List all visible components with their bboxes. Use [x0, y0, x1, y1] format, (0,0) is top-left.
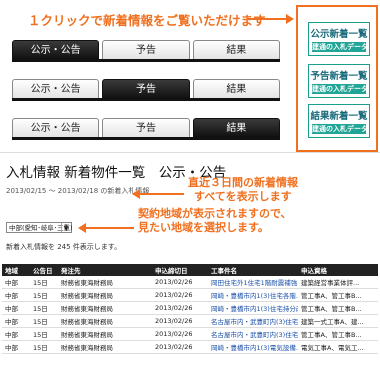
header-orderer: 発注先 [58, 264, 152, 276]
cell-date: 15日 [30, 276, 58, 289]
badge-subtitle: 建通の入札データ [312, 42, 368, 52]
tab-preview[interactable]: 予告 [102, 79, 190, 98]
annotation-line: 契約地域が表示されますので、 [138, 207, 292, 220]
tabbar-2: 公示・公告 予告 結果 [12, 79, 280, 98]
table-row: 中部 15日 財務省東海財務局 2013/02/26 名古屋市内・武豊町内(3)… [2, 327, 378, 341]
table-row: 中部 15日 財務省東海財務局 2013/02/26 名古屋市内・武豊町内(3)… [2, 314, 378, 328]
tab-underline [12, 137, 280, 140]
divider [0, 152, 380, 153]
tab-public-notice[interactable]: 公示・公告 [12, 79, 100, 98]
annotation-middle: 直近３日間の新着情報 すべてを表示します [188, 176, 298, 204]
table-header-row: 地域 公告日 発注先 申込締切日 工事件名 申込資格 [2, 264, 378, 276]
cell-region: 中部 [2, 327, 30, 341]
badge-title: 予告新着一覧 [310, 71, 368, 82]
date-range: 2013/02/15 ～ 2013/02/18 の新着入札情報 [6, 187, 150, 195]
tab-underline [12, 59, 280, 62]
cell-region: 中部 [2, 276, 30, 289]
cell-orderer: 財務省東海財務局 [58, 314, 152, 328]
cell-deadline: 2013/02/26 [152, 301, 208, 315]
arrow-right-icon [248, 18, 288, 20]
badge-result-new[interactable]: 結果新着一覧 建通の入札データ [308, 104, 370, 138]
header-deadline: 申込締切日 [152, 264, 208, 276]
tabbar-3: 公示・公告 予告 結果 [12, 118, 280, 137]
header-region: 地域 [2, 264, 30, 276]
cell-region: 中部 [2, 314, 30, 328]
annotation-line: すべてを表示します [194, 190, 292, 203]
table-row: 中部 15日 財務省東海財務局 2013/02/26 岡崎・豊橋市内1(3)住宅… [2, 301, 378, 315]
tab-result[interactable]: 結果 [192, 79, 280, 98]
cell-date: 15日 [30, 314, 58, 328]
tab-public-notice[interactable]: 公示・公告 [12, 40, 100, 59]
results-table: 地域 公告日 発注先 申込締切日 工事件名 申込資格 中部 15日 財務省東海財… [2, 264, 378, 354]
cell-project-link[interactable]: 岡崎・豊橋市内1(3)住宅各階... [208, 288, 298, 302]
tab-result[interactable]: 結果 [192, 118, 280, 137]
arrow-left-icon [84, 227, 134, 229]
tab-public-notice[interactable]: 公示・公告 [12, 118, 100, 137]
annotation-line: 直近３日間の新着情報 [188, 176, 298, 189]
chevron-down-icon: ▼ [61, 223, 70, 232]
cell-qualification: 管工事A、管工事B... [298, 327, 378, 341]
header-qualification: 申込資格 [298, 264, 378, 276]
cell-date: 15日 [30, 327, 58, 341]
cell-deadline: 2013/02/26 [152, 340, 208, 354]
badge-title: 結果新着一覧 [310, 111, 368, 122]
cell-qualification: 建築一式工事A、建... [298, 314, 378, 328]
cell-orderer: 財務省東海財務局 [58, 276, 152, 289]
cell-date: 15日 [30, 301, 58, 315]
arrow-left-icon [138, 193, 184, 195]
cell-qualification: 管工事A、管工事B... [298, 288, 378, 302]
cell-orderer: 財務省東海財務局 [58, 327, 152, 341]
badge-title: 公示新着一覧 [310, 29, 368, 40]
cell-orderer: 財務省東海財務局 [58, 340, 152, 354]
cell-deadline: 2013/02/26 [152, 327, 208, 341]
badge-preview-new[interactable]: 予告新着一覧 建通の入札データ [308, 64, 370, 98]
result-count: 新着入札情報を 245 件表示します。 [6, 243, 122, 251]
cell-project-link[interactable]: 岡崎・豊橋市内1(3)住宅持分改... [208, 301, 298, 315]
cell-qualification: 管工事A、管工事B... [298, 301, 378, 315]
annotation-line: 見たい地域を選択します。 [138, 221, 269, 234]
cell-region: 中部 [2, 301, 30, 315]
badge-public-new[interactable]: 公示新着一覧 建通の入札データ [308, 22, 370, 56]
badge-subtitle: 建通の入札データ [312, 124, 368, 134]
cell-deadline: 2013/02/26 [152, 314, 208, 328]
annotation-top: １クリックで新着情報をご覧いただけます [28, 13, 266, 28]
cell-orderer: 財務省東海財務局 [58, 301, 152, 315]
table-row: 中部 15日 財務省東海財務局 2013/02/26 岡田住宅外1住宅1階耐震補… [2, 276, 378, 289]
annotation-bottom: 契約地域が表示されますので、 見たい地域を選択します。 [138, 207, 292, 235]
region-select[interactable]: 中部(愛知･岐阜･三重) ▼ [6, 222, 73, 233]
tab-result[interactable]: 結果 [192, 40, 280, 59]
badge-subtitle: 建通の入札データ [312, 84, 368, 94]
header-date: 公告日 [30, 264, 58, 276]
cell-deadline: 2013/02/26 [152, 288, 208, 302]
tab-underline [12, 98, 280, 101]
cell-qualification: 建築経営事業体評... [298, 276, 378, 289]
table-row: 中部 15日 財務省東海財務局 2013/02/26 岡崎・豊橋市内1(3)住宅… [2, 288, 378, 302]
cell-orderer: 財務省東海財務局 [58, 288, 152, 302]
cell-region: 中部 [2, 288, 30, 302]
tabbar-1: 公示・公告 予告 結果 [12, 40, 280, 59]
cell-region: 中部 [2, 340, 30, 354]
cell-project-link[interactable]: 名古屋市内・武豊町内(3)住宅... [208, 314, 298, 328]
cell-date: 15日 [30, 340, 58, 354]
cell-project-link[interactable]: 岡崎・豊橋市内1(3)電気設備... [208, 340, 298, 354]
cell-qualification: 電気工事A、電気工... [298, 340, 378, 354]
tab-preview[interactable]: 予告 [102, 40, 190, 59]
cell-deadline: 2013/02/26 [152, 276, 208, 289]
tab-preview[interactable]: 予告 [102, 118, 190, 137]
header-project: 工事件名 [208, 264, 298, 276]
cell-date: 15日 [30, 288, 58, 302]
arrow-head-icon [286, 14, 294, 24]
cell-project-link[interactable]: 名古屋市内・武豊町内(3)住宅... [208, 327, 298, 341]
table-row: 中部 15日 財務省東海財務局 2013/02/26 岡崎・豊橋市内1(3)電気… [2, 340, 378, 354]
cell-project-link[interactable]: 岡田住宅外1住宅1階耐震補強... [208, 276, 298, 289]
